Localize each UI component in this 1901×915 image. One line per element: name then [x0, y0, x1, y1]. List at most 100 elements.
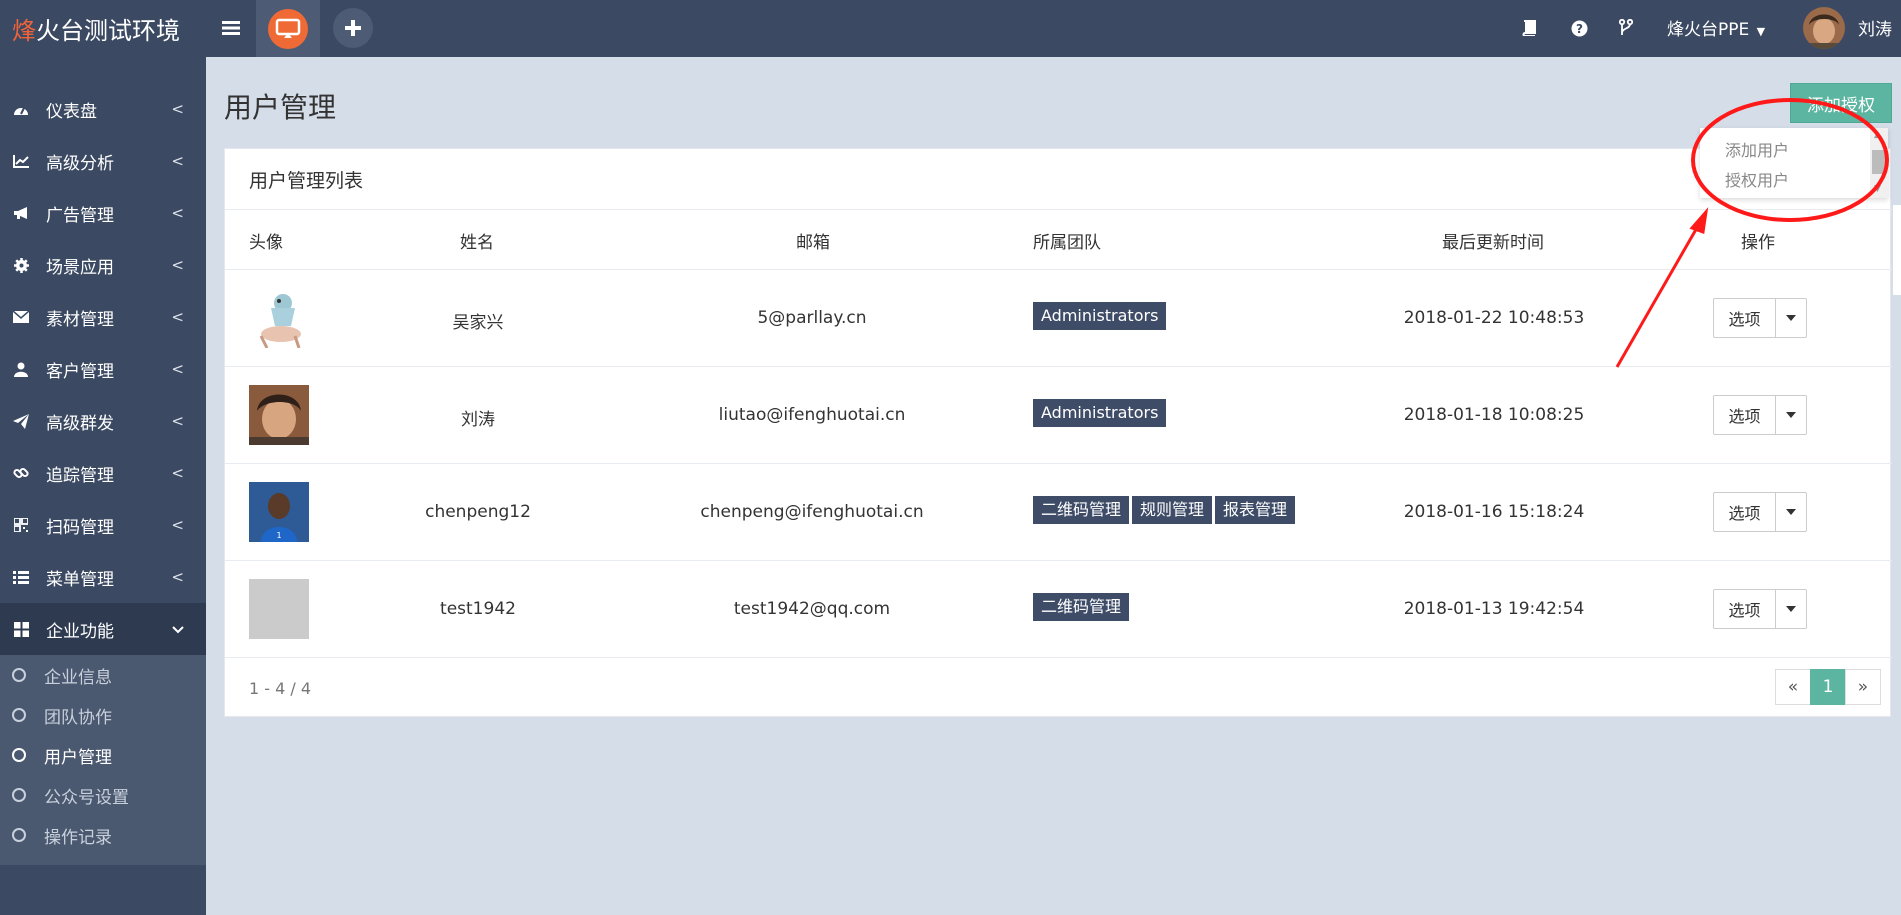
dropdown-item-add-user[interactable]: 添加用户: [1725, 137, 1789, 161]
add-authorization-button[interactable]: 添加授权: [1790, 83, 1892, 123]
scroll-down-icon[interactable]: ▼: [1874, 184, 1881, 194]
sidebar-item-materials[interactable]: 素材管理 <: [0, 291, 206, 343]
page-title: 用户管理: [224, 91, 337, 124]
sidebar-item-broadcast[interactable]: 高级群发 <: [0, 395, 206, 447]
circle-icon: [12, 748, 26, 762]
caret-down-icon[interactable]: [1776, 590, 1806, 628]
brand-accent: 烽: [12, 17, 36, 45]
sidebar-item-label: 广告管理: [46, 205, 114, 226]
pagination-page[interactable]: 1: [1810, 669, 1846, 705]
sidebar-item-enterprise[interactable]: 企业功能: [0, 603, 206, 655]
sidebar-item-ads[interactable]: 广告管理 <: [0, 187, 206, 239]
row-action-group: 选项: [1713, 395, 1807, 435]
chevron-left-icon: <: [171, 204, 184, 222]
row-action-group: 选项: [1713, 589, 1807, 629]
link-icon: [10, 465, 32, 481]
sub-item-company-info[interactable]: 企业信息: [0, 655, 206, 695]
table-row: test1942 test1942@qq.com 二维码管理 2018-01-1…: [225, 560, 1892, 657]
chevron-left-icon: <: [171, 308, 184, 326]
sidebar-item-label: 高级群发: [46, 413, 114, 434]
sidebar-item-label: 场景应用: [46, 257, 114, 278]
pagination: « 1 »: [1775, 669, 1881, 705]
updated-time: 2018-01-22 10:48:53: [1403, 308, 1585, 328]
user-name: 吴家兴: [452, 313, 504, 333]
chevron-left-icon: <: [171, 152, 184, 170]
table-row: 刘涛 liutao@ifenghuotai.cn Administrators …: [225, 366, 1892, 463]
team-tag: Administrators: [1033, 399, 1167, 427]
options-button[interactable]: 选项: [1714, 396, 1776, 434]
sidebar-item-dashboard[interactable]: 仪表盘 <: [0, 83, 206, 135]
caret-down-icon[interactable]: [1776, 396, 1806, 434]
scrollbar-thumb[interactable]: [1872, 150, 1886, 174]
brand-title[interactable]: 烽火台测试环境: [12, 11, 180, 46]
team-tag: 二维码管理: [1033, 496, 1130, 524]
sub-item-account-settings[interactable]: 公众号设置: [0, 775, 206, 815]
sidebar-item-label: 企业功能: [46, 621, 114, 642]
sidebar-item-scenes[interactable]: 场景应用 <: [0, 239, 206, 291]
updated-time: 2018-01-13 19:42:54: [1403, 599, 1585, 619]
tenant-dropdown[interactable]: 烽火台PPE ▼: [1667, 15, 1765, 40]
app-logo-button[interactable]: [256, 0, 320, 57]
panel-title: 用户管理列表: [249, 170, 364, 192]
options-button[interactable]: 选项: [1714, 299, 1776, 337]
qrcode-icon: [10, 518, 32, 532]
bullhorn-icon: [10, 206, 32, 220]
sidebar-item-menus[interactable]: 菜单管理 <: [0, 551, 206, 603]
chevron-left-icon: <: [171, 360, 184, 378]
sidebar-item-label: 菜单管理: [46, 569, 114, 590]
caret-down-icon[interactable]: [1776, 493, 1806, 531]
user-avatar[interactable]: [1803, 7, 1845, 49]
grant-dropdown-menu: 添加用户 授权用户 ▲ ▼: [1700, 128, 1888, 198]
column-header-email: 邮箱: [796, 233, 830, 253]
chevron-down-icon: [172, 620, 184, 638]
user-email: test1942@qq.com: [733, 599, 891, 619]
chevron-left-icon: <: [171, 100, 184, 118]
svg-text:?: ?: [1576, 22, 1583, 36]
chevron-left-icon: <: [171, 568, 184, 586]
chevron-left-icon: <: [171, 256, 184, 274]
user-email: 5@parllay.cn: [757, 308, 867, 328]
chevron-left-icon: <: [171, 412, 184, 430]
plus-icon[interactable]: [333, 8, 373, 48]
sidebar-item-tracking[interactable]: 追踪管理 <: [0, 447, 206, 499]
sub-item-user-management[interactable]: 用户管理: [0, 735, 206, 775]
menu-icon[interactable]: [218, 6, 244, 50]
pagination-prev[interactable]: «: [1775, 669, 1811, 705]
pagination-next[interactable]: »: [1845, 669, 1881, 705]
scroll-up-icon[interactable]: ▲: [1874, 130, 1881, 140]
sidebar-item-qrcode[interactable]: 扫码管理 <: [0, 499, 206, 551]
sub-item-team[interactable]: 团队协作: [0, 695, 206, 735]
column-header-avatar: 头像: [249, 233, 283, 253]
sub-item-label: 团队协作: [44, 707, 112, 728]
branch-icon[interactable]: [1614, 14, 1638, 42]
user-email: liutao@ifenghuotai.cn: [718, 405, 906, 425]
book-icon[interactable]: [1517, 14, 1541, 42]
options-button[interactable]: 选项: [1714, 493, 1776, 531]
sidebar-item-customers[interactable]: 客户管理 <: [0, 343, 206, 395]
svg-text:1: 1: [276, 531, 281, 540]
dropdown-item-grant-user[interactable]: 授权用户: [1725, 167, 1789, 191]
dropdown-scrollbar[interactable]: ▲ ▼: [1870, 128, 1888, 198]
column-header-action: 操作: [1741, 233, 1775, 253]
user-list-panel: 用户管理列表 头像 姓名 邮箱 所属团队 最后更新时间 操作 吴家兴 5@par…: [224, 148, 1892, 717]
sub-item-operation-log[interactable]: 操作记录: [0, 815, 206, 855]
avatar: 1: [249, 482, 309, 542]
table-row: 1 chenpeng12 chenpeng@ifenghuotai.cn 二维码…: [225, 463, 1892, 560]
row-action-group: 选项: [1713, 298, 1807, 338]
sidebar-item-label: 仪表盘: [46, 101, 97, 122]
help-icon[interactable]: ?: [1567, 14, 1591, 42]
circle-icon: [12, 828, 26, 842]
list-icon: [10, 570, 32, 584]
sidebar-item-analytics[interactable]: 高级分析 <: [0, 135, 206, 187]
pagination-summary: 1 - 4 / 4: [249, 679, 312, 698]
caret-down-icon: ▼: [1756, 25, 1766, 38]
grid-icon: [10, 621, 32, 637]
page-scrollbar[interactable]: [1893, 205, 1901, 295]
options-button[interactable]: 选项: [1714, 590, 1776, 628]
team-tag: 报表管理: [1215, 496, 1296, 524]
line-chart-icon: [10, 154, 32, 168]
brand-text: 火台测试环境: [36, 17, 180, 45]
caret-down-icon[interactable]: [1776, 299, 1806, 337]
user-name: test1942: [440, 599, 516, 619]
username[interactable]: 刘涛: [1858, 15, 1892, 40]
